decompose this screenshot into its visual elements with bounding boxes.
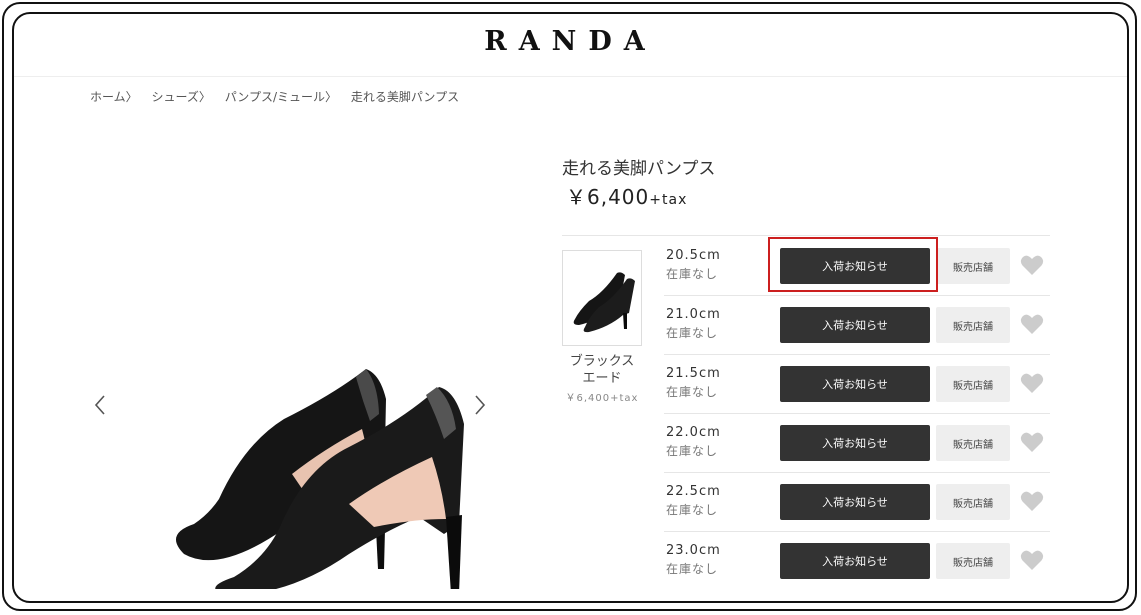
size-label: 21.5cm (666, 366, 721, 381)
stock-status: 在庫なし (666, 503, 719, 517)
restock-notify-button[interactable]: 入荷お知らせ (780, 484, 930, 520)
size-row: 22.0cm 在庫なし 入荷お知らせ 販売店舗 (664, 413, 1050, 473)
site-header: RANDA (14, 14, 1127, 77)
price-tax: +tax (649, 192, 688, 208)
color-name-line1: ブラックス (569, 354, 635, 369)
restock-notify-button[interactable]: 入荷お知らせ (780, 543, 930, 579)
price-value: ￥6,400 (566, 185, 650, 209)
heart-icon[interactable] (1020, 431, 1044, 453)
stock-status: 在庫なし (666, 444, 719, 458)
product-title: 走れる美脚パンプス (562, 159, 716, 179)
size-row: 21.5cm 在庫なし 入荷お知らせ 販売店舗 (664, 354, 1050, 414)
breadcrumb-home[interactable]: ホーム〉 (90, 90, 138, 104)
size-label: 20.5cm (666, 248, 721, 263)
size-row: 23.0cm 在庫なし 入荷お知らせ 販売店舗 (664, 531, 1050, 590)
heart-icon[interactable] (1020, 372, 1044, 394)
stock-status: 在庫なし (666, 326, 719, 340)
store-stock-button[interactable]: 販売店舗 (936, 248, 1010, 284)
color-name-line2: エード (582, 371, 622, 386)
color-swatch[interactable] (562, 250, 642, 346)
heart-icon[interactable] (1020, 254, 1044, 276)
heart-icon[interactable] (1020, 313, 1044, 335)
heart-icon[interactable] (1020, 490, 1044, 512)
color-price: ￥6,400+tax (565, 393, 639, 404)
highlight-annotation (768, 237, 938, 292)
size-label: 22.0cm (666, 425, 721, 440)
store-stock-button[interactable]: 販売店舗 (936, 307, 1010, 343)
chevron-left-icon[interactable] (90, 394, 110, 415)
heart-icon[interactable] (1020, 549, 1044, 571)
color-name: ブラックス エード (562, 353, 642, 387)
size-label: 22.5cm (666, 484, 721, 499)
restock-notify-button[interactable]: 入荷お知らせ (780, 307, 930, 343)
site-logo[interactable]: RANDA (14, 26, 1127, 57)
size-row: 21.0cm 在庫なし 入荷お知らせ 販売店舗 (664, 295, 1050, 355)
restock-notify-button[interactable]: 入荷お知らせ (780, 366, 930, 402)
swatch-image (573, 272, 635, 333)
restock-notify-button[interactable]: 入荷お知らせ (780, 425, 930, 461)
product-price: ￥6,400+tax (566, 181, 687, 210)
store-stock-button[interactable]: 販売店舗 (936, 366, 1010, 402)
product-image (176, 369, 464, 589)
size-label: 21.0cm (666, 307, 721, 322)
size-label: 23.0cm (666, 543, 721, 558)
breadcrumb: ホーム〉 シューズ〉 パンプス/ミュール〉 走れる美脚パンプス (90, 88, 469, 105)
stock-status: 在庫なし (666, 562, 719, 576)
breadcrumb-current: 走れる美脚パンプス (350, 90, 460, 104)
breadcrumb-shoes[interactable]: シューズ〉 (151, 90, 210, 104)
store-stock-button[interactable]: 販売店舗 (936, 484, 1010, 520)
store-stock-button[interactable]: 販売店舗 (936, 543, 1010, 579)
page-frame: RANDA ホーム〉 シューズ〉 パンプス/ミュール〉 走れる美脚パンプス 走れ… (12, 12, 1129, 603)
stock-status: 在庫なし (666, 385, 719, 399)
breadcrumb-pumps[interactable]: パンプス/ミュール〉 (225, 90, 337, 104)
size-row: 22.5cm 在庫なし 入荷お知らせ 販売店舗 (664, 472, 1050, 532)
product-gallery (74, 134, 504, 594)
stock-status: 在庫なし (666, 267, 719, 281)
store-stock-button[interactable]: 販売店舗 (936, 425, 1010, 461)
